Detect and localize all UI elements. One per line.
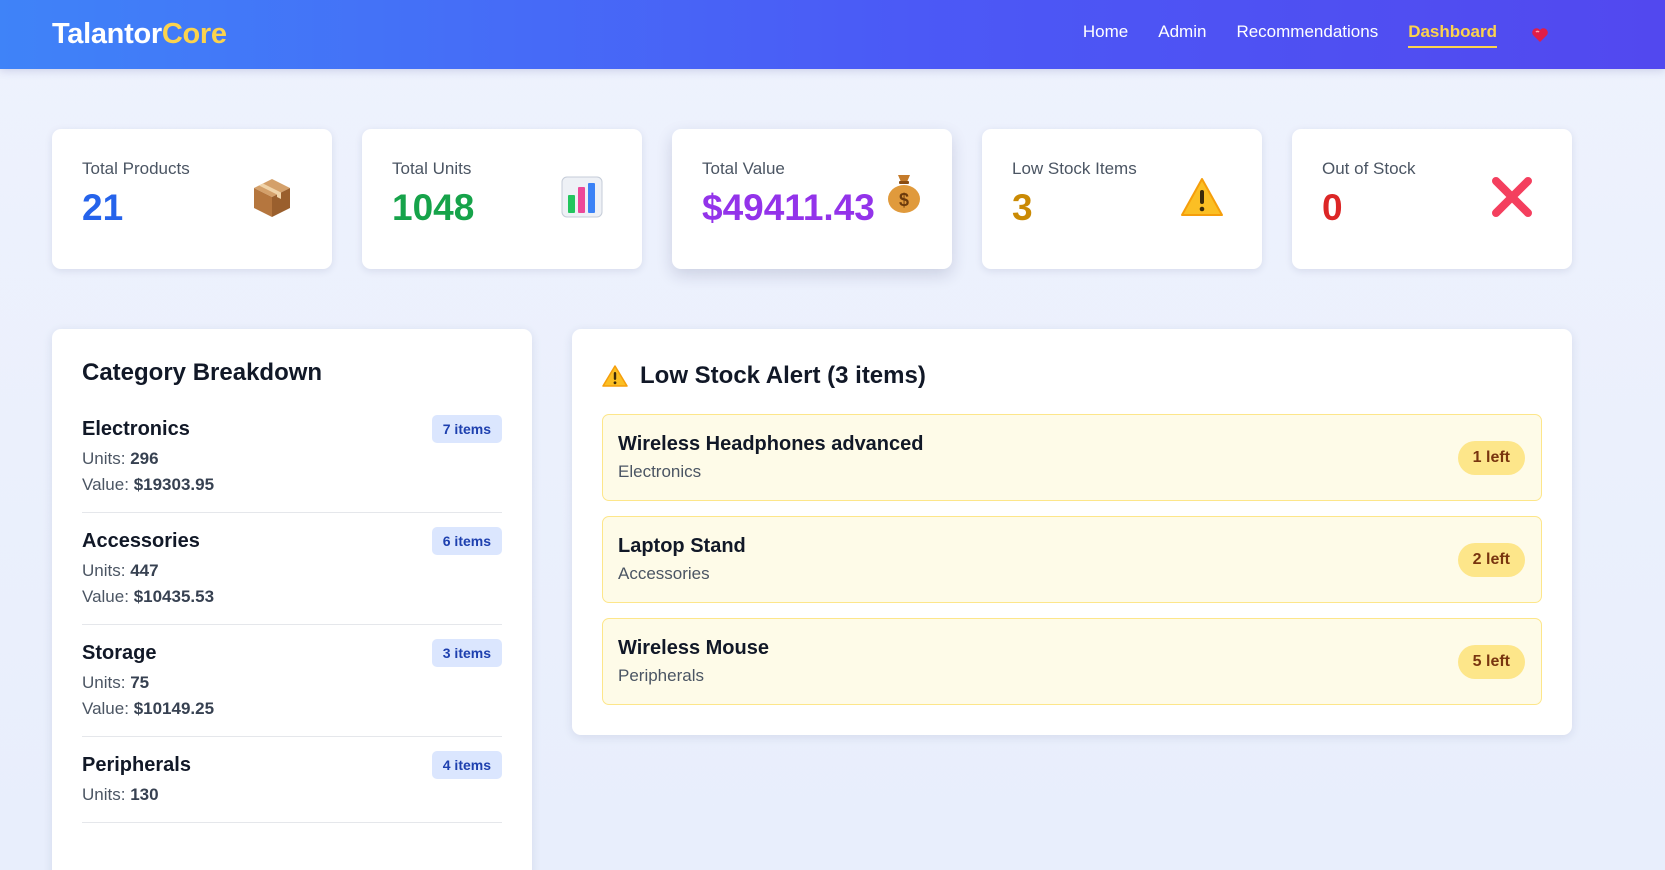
brand-accent: Core: [161, 18, 227, 50]
alert-header: Low Stock Alert (3 items): [602, 362, 1542, 390]
stat-card-total-products: Total Products 21: [52, 129, 332, 269]
category-name: Peripherals: [82, 753, 191, 776]
category-units: Units: 296: [82, 449, 159, 468]
product-name: Laptop Stand: [618, 535, 746, 557]
panel-title: Category Breakdown: [82, 359, 323, 386]
nav-link-recommendations[interactable]: Recommendations: [1236, 22, 1378, 48]
category-row: Storage 3 items Units: 75 Value: $10149.…: [82, 625, 502, 737]
nav-links: Home Admin Recommendations Dashboard: [1053, 22, 1549, 48]
stat-value: 3: [1012, 187, 1033, 228]
category-row: Electronics 7 items Units: 296 Value: $1…: [82, 387, 502, 513]
package-icon: [254, 179, 290, 217]
category-row: Accessories 6 items Units: 447 Value: $1…: [82, 513, 502, 625]
stat-card-out-of-stock: Out of Stock 0: [1292, 129, 1572, 269]
product-name: Wireless Mouse: [618, 637, 769, 659]
stat-value: 1048: [392, 187, 475, 228]
category-name: Electronics: [82, 417, 190, 440]
money-bag-icon: $: [888, 175, 920, 213]
stat-card-total-units: Total Units 1048: [362, 129, 642, 269]
stat-label: Total Units: [392, 159, 472, 178]
bar-chart-icon: [561, 176, 603, 218]
low-stock-alert-panel: Low Stock Alert (3 items) Wireless Headp…: [572, 329, 1572, 735]
category-count-badge: 6 items: [431, 527, 502, 555]
alert-item[interactable]: Wireless Headphones advanced Electronics…: [602, 414, 1542, 501]
stat-label: Low Stock Items: [1012, 159, 1137, 178]
stat-label: Out of Stock: [1322, 159, 1416, 178]
heart-icon[interactable]: [1531, 27, 1549, 43]
product-name: Wireless Headphones advanced: [618, 433, 924, 455]
nav-link-dashboard[interactable]: Dashboard: [1408, 22, 1497, 48]
category-units: Units: 447: [82, 561, 159, 580]
category-value: Value: $19303.95: [82, 475, 215, 494]
stat-card-total-value: Total Value $49411.43 $: [672, 129, 952, 269]
panel-title: Low Stock Alert (3 items): [640, 362, 926, 389]
stats-row: Total Products 21 Total Units 1048 Total…: [52, 129, 1572, 269]
stock-left-badge: 5 left: [1457, 644, 1525, 679]
brand-main: Talantor: [52, 18, 162, 50]
cross-mark-icon: [1492, 177, 1532, 217]
category-units: Units: 75: [82, 673, 150, 692]
stat-value: 0: [1322, 187, 1343, 228]
navbar: TalantorCore Home Admin Recommendations …: [0, 0, 1665, 69]
category-value: Value: $10149.25: [82, 699, 215, 718]
alert-list: Wireless Headphones advanced Electronics…: [602, 414, 1542, 705]
stat-card-low-stock: Low Stock Items 3: [982, 129, 1262, 269]
product-category: Electronics: [618, 462, 702, 481]
product-category: Peripherals: [618, 666, 704, 685]
product-category: Accessories: [618, 564, 710, 583]
alert-item[interactable]: Wireless Mouse Peripherals 5 left: [602, 618, 1542, 705]
category-count-badge: 4 items: [431, 751, 502, 779]
category-count-badge: 3 items: [431, 639, 502, 667]
category-name: Accessories: [82, 529, 200, 552]
nav-link-home[interactable]: Home: [1083, 22, 1128, 48]
brand-logo[interactable]: TalantorCore: [52, 18, 227, 51]
category-count-badge: 7 items: [431, 415, 502, 443]
category-name: Storage: [82, 641, 157, 664]
stock-left-badge: 1 left: [1457, 440, 1525, 475]
category-units: Units: 130: [82, 785, 159, 804]
stock-left-badge: 2 left: [1457, 542, 1525, 577]
stat-label: Total Products: [82, 159, 190, 178]
warning-icon: [1181, 178, 1223, 216]
category-value: Value: $10435.53: [82, 587, 215, 606]
nav-link-admin[interactable]: Admin: [1158, 22, 1206, 48]
category-row: Peripherals 4 items Units: 130: [82, 737, 502, 823]
warning-icon: [602, 365, 628, 387]
alert-item[interactable]: Laptop Stand Accessories 2 left: [602, 516, 1542, 603]
category-breakdown-panel: Category Breakdown Electronics 7 items U…: [52, 329, 532, 870]
stat-value: 21: [82, 187, 124, 228]
svg-text:$: $: [899, 190, 909, 210]
